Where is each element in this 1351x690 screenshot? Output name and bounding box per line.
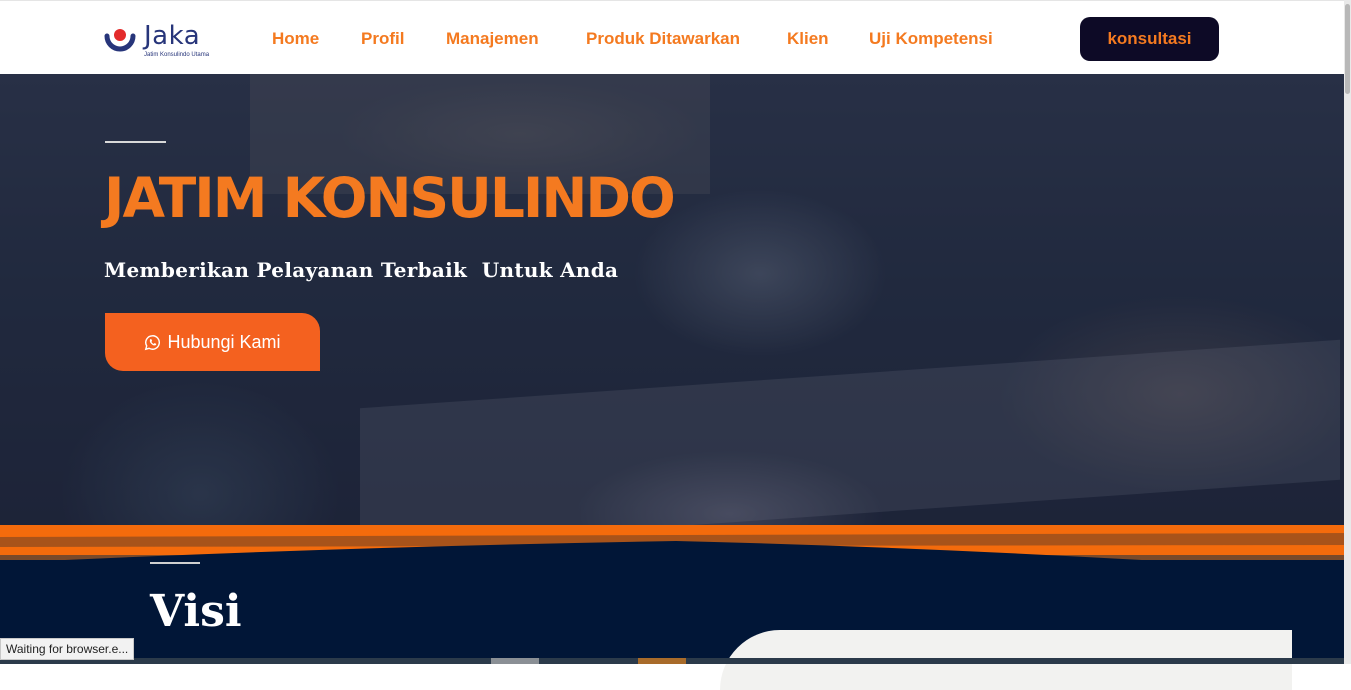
site-header: Jaka Jatim Konsulindo Utama Home Profil … xyxy=(0,0,1351,74)
nav-home[interactable]: Home xyxy=(272,29,319,49)
bottom-strip-segment xyxy=(491,658,539,664)
hero-overlay xyxy=(0,74,1351,544)
visi-title: Visi xyxy=(150,586,242,637)
browser-status-bar: Waiting for browser.e... xyxy=(0,638,135,660)
hubungi-kami-label: Hubungi Kami xyxy=(167,331,281,352)
hero-title: JATIM KONSULINDO xyxy=(104,166,676,230)
hero-subtitle: Memberikan Pelayanan Terbaik Untuk Anda xyxy=(104,258,619,282)
konsultasi-button[interactable]: konsultasi xyxy=(1080,17,1219,61)
hero-accent-line xyxy=(105,141,166,143)
logo-text: Jaka xyxy=(144,21,201,51)
visi-section: Visi xyxy=(0,560,1351,690)
scrollbar-thumb[interactable] xyxy=(1345,4,1350,94)
whatsapp-icon xyxy=(145,334,161,350)
visi-accent-line xyxy=(150,562,200,564)
nav-produk-ditawarkan[interactable]: Produk Ditawarkan xyxy=(586,29,740,49)
scrollbar-track[interactable] xyxy=(1344,0,1351,664)
hubungi-kami-button[interactable]: Hubungi Kami xyxy=(105,313,320,371)
logo-mark-icon xyxy=(104,29,136,52)
nav-profil[interactable]: Profil xyxy=(361,29,404,49)
bottom-strip xyxy=(0,658,1351,664)
logo-subtitle: Jatim Konsulindo Utama xyxy=(144,52,210,58)
hero-section: JATIM KONSULINDO Memberikan Pelayanan Te… xyxy=(0,74,1351,544)
nav-uji-kompetensi[interactable]: Uji Kompetensi xyxy=(869,29,993,49)
nav-klien[interactable]: Klien xyxy=(787,29,829,49)
nav-manajemen[interactable]: Manajemen xyxy=(446,29,539,49)
bottom-strip-segment xyxy=(638,658,686,664)
logo[interactable]: Jaka Jatim Konsulindo Utama xyxy=(103,19,223,61)
